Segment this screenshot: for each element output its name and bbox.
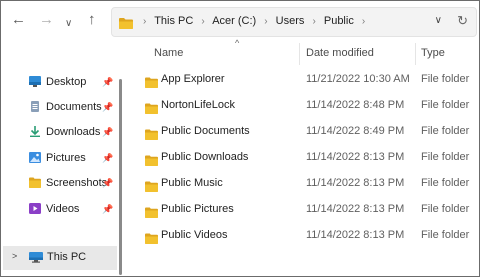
- navigation-bar: ← → ∨ ↑ › This PC › Acer (C:) › Users › …: [1, 1, 479, 41]
- address-history-dropdown-icon[interactable]: ∨: [435, 15, 442, 26]
- file-row[interactable]: Public Music 11/14/2022 8:13 PM File folde…: [129, 172, 479, 194]
- file-name: NortonLifeLock: [161, 99, 235, 111]
- file-name: Public Music: [161, 177, 223, 189]
- file-name: Public Videos: [161, 229, 228, 241]
- file-type: File folder: [421, 151, 470, 163]
- sidebar-item-label: Screenshots: [46, 177, 108, 189]
- file-date-modified: 11/14/2022 8:13 PM: [306, 151, 405, 163]
- chevron-right-icon[interactable]: ›: [201, 16, 204, 27]
- column-divider[interactable]: [299, 43, 300, 65]
- pin-icon[interactable]: 📌: [102, 200, 113, 218]
- file-row[interactable]: Public Pictures 11/14/2022 8:13 PM File fo…: [129, 198, 479, 220]
- chevron-right-icon[interactable]: ›: [143, 16, 146, 27]
- pin-icon[interactable]: 📌: [102, 174, 113, 192]
- breadcrumb-drive[interactable]: Acer (C:): [212, 15, 256, 27]
- up-button[interactable]: ↑: [88, 11, 96, 29]
- chevron-right-icon[interactable]: ›: [312, 16, 315, 27]
- folder-icon: [145, 126, 158, 148]
- sidebar-item-label: Videos: [46, 203, 80, 215]
- sidebar-item-desktop[interactable]: Desktop 📌: [29, 73, 117, 91]
- pin-icon[interactable]: 📌: [102, 149, 113, 167]
- file-date-modified: 11/14/2022 8:48 PM: [306, 99, 405, 111]
- pin-icon[interactable]: 📌: [102, 98, 113, 116]
- breadcrumb-users[interactable]: Users: [276, 15, 305, 27]
- videos-icon: [29, 203, 41, 214]
- column-header-name[interactable]: Name: [154, 47, 183, 59]
- breadcrumb-this-pc[interactable]: This PC: [154, 15, 193, 27]
- file-explorer-window: ← → ∨ ↑ › This PC › Acer (C:) › Users › …: [0, 0, 480, 277]
- pin-icon[interactable]: 📌: [102, 123, 113, 141]
- file-name: Public Documents: [161, 125, 250, 137]
- file-list: ^ Name Date modified Type App Explorer 11…: [129, 38, 479, 276]
- file-row[interactable]: Public Documents 11/14/2022 8:49 PM File f…: [129, 120, 479, 142]
- folder-icon: [145, 204, 158, 226]
- chevron-right-icon[interactable]: ›: [362, 16, 365, 27]
- computer-icon: [29, 252, 43, 263]
- pin-icon[interactable]: 📌: [102, 73, 113, 91]
- file-row[interactable]: NortonLifeLock 11/14/2022 8:48 PM File fol…: [129, 94, 479, 116]
- file-date-modified: 11/21/2022 10:30 AM: [306, 73, 410, 85]
- folder-icon: [119, 16, 133, 34]
- sidebar-item-this-pc[interactable]: > This PC: [3, 246, 117, 270]
- file-type: File folder: [421, 73, 470, 85]
- sidebar-item-label: This PC: [47, 251, 87, 263]
- file-name: Public Pictures: [161, 203, 234, 215]
- folder-icon: [145, 74, 158, 96]
- back-button[interactable]: ←: [11, 11, 26, 29]
- column-header-type[interactable]: Type: [421, 47, 445, 59]
- breadcrumb: › This PC › Acer (C:) › Users › Public ›: [138, 15, 370, 27]
- folder-icon: [29, 177, 41, 188]
- file-name: App Explorer: [161, 73, 225, 85]
- file-date-modified: 11/14/2022 8:49 PM: [306, 125, 405, 137]
- file-date-modified: 11/14/2022 8:13 PM: [306, 177, 405, 189]
- refresh-icon[interactable]: ↻: [457, 13, 468, 29]
- file-row[interactable]: Public Downloads 11/14/2022 8:13 PM File f…: [129, 146, 479, 168]
- chevron-right-icon[interactable]: >: [12, 251, 17, 261]
- desktop-icon: [29, 76, 41, 87]
- file-row[interactable]: App Explorer 11/21/2022 10:30 AM File fold…: [129, 68, 479, 90]
- sidebar-item-label: Downloads: [46, 126, 101, 138]
- file-type: File folder: [421, 203, 470, 215]
- sidebar-item-videos[interactable]: Videos 📌: [29, 200, 117, 218]
- sidebar-item-pictures[interactable]: Pictures 📌: [29, 149, 117, 167]
- sidebar-scrollbar[interactable]: [119, 79, 122, 275]
- folder-icon: [145, 178, 158, 200]
- file-date-modified: 11/14/2022 8:13 PM: [306, 229, 405, 241]
- forward-button[interactable]: →: [39, 11, 54, 29]
- recent-locations-button[interactable]: ∨: [65, 15, 72, 33]
- file-type: File folder: [421, 177, 470, 189]
- breadcrumb-public[interactable]: Public: [324, 15, 354, 27]
- file-type: File folder: [421, 99, 470, 111]
- folder-icon: [145, 230, 158, 252]
- downloads-icon: [30, 126, 40, 137]
- file-date-modified: 11/14/2022 8:13 PM: [306, 203, 405, 215]
- file-name: Public Downloads: [161, 151, 249, 163]
- navigation-pane: Desktop 📌 Documents 📌 Downloads 📌 Pictur…: [1, 41, 121, 276]
- sidebar-item-downloads[interactable]: Downloads 📌: [29, 123, 117, 141]
- sidebar-item-documents[interactable]: Documents 📌: [29, 98, 117, 116]
- folder-icon: [145, 152, 158, 174]
- sort-ascending-icon: ^: [235, 38, 240, 48]
- file-type: File folder: [421, 125, 470, 137]
- pictures-icon: [29, 152, 41, 163]
- sidebar-item-label: Desktop: [46, 76, 87, 88]
- file-row[interactable]: Public Videos 11/14/2022 8:13 PM File fold…: [129, 224, 479, 246]
- file-type: File folder: [421, 229, 470, 241]
- column-header-date-modified[interactable]: Date modified: [306, 47, 374, 59]
- folder-icon: [145, 100, 158, 122]
- sidebar-item-screenshots[interactable]: Screenshots 📌: [29, 174, 117, 192]
- sidebar-item-label: Pictures: [46, 152, 86, 164]
- documents-icon: [31, 101, 39, 112]
- column-divider[interactable]: [415, 43, 416, 65]
- chevron-right-icon[interactable]: ›: [264, 16, 267, 27]
- address-bar[interactable]: › This PC › Acer (C:) › Users › Public ›…: [111, 7, 477, 37]
- sidebar-item-label: Documents: [46, 101, 102, 113]
